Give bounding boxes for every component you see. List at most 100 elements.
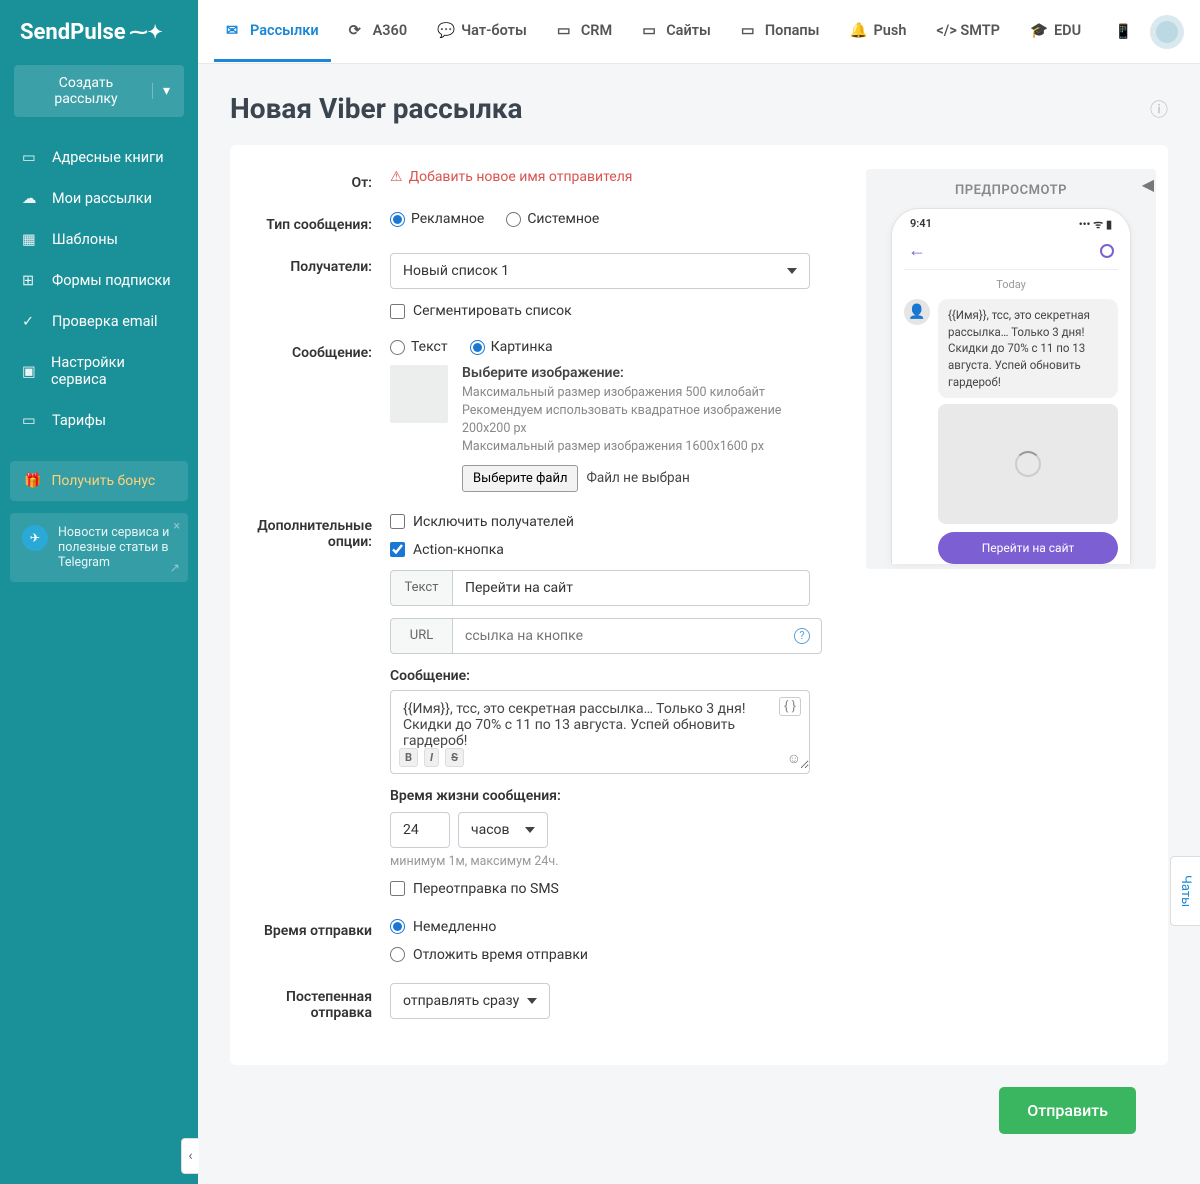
send-button[interactable]: Отправить [999,1087,1136,1134]
choose-file-button[interactable]: Выберите файл [462,465,578,492]
tab-campaigns[interactable]: ✉Рассылки [214,2,331,62]
tab-edu[interactable]: 🎓EDU [1018,2,1093,62]
tab-chatbots[interactable]: 💬Чат-боты [425,2,539,62]
sidebar-nav: ▭Адресные книги ☁Мои рассылки ▦Шаблоны ⊞… [0,129,198,449]
telegram-icon: ✈ [22,525,48,551]
crm-icon: ▭ [557,22,573,38]
resend-sms-checkbox[interactable]: Переотправка по SMS [390,881,810,897]
gradual-select[interactable]: отправлять сразу [390,983,550,1019]
segment-checkbox[interactable]: Сегментировать список [390,303,810,319]
add-sender-link[interactable]: ⚠ Добавить новое имя отправителя [390,169,810,185]
preview-collapse-button[interactable]: ◀ [1142,175,1154,194]
btn-text-input[interactable] [452,570,810,606]
tab-popups[interactable]: ▭Попапы [729,2,832,62]
chats-tab[interactable]: Чаты [1170,856,1200,926]
external-link-icon: ↗ [170,560,180,576]
collapse-sidebar-button[interactable]: ‹ [181,1138,199,1174]
chat-icon: 💬 [437,22,453,38]
chevron-down-icon: ▾ [152,83,170,99]
create-campaign-button[interactable]: Создать рассылку ▾ [14,65,184,117]
message-box-label: Сообщение: [390,668,810,684]
automation-icon: ⟳ [349,22,365,38]
check-icon: ✓ [22,313,38,330]
sidebar-item-subscription-forms[interactable]: ⊞Формы подписки [0,260,198,301]
msg-text-radio[interactable]: Текст [390,339,448,355]
upload-icon: ☁ [22,190,38,207]
ttl-hint: минимум 1м, максимум 24ч. [390,854,810,869]
btn-url-input[interactable] [452,618,822,654]
preview-action-button: Перейти на сайт [938,532,1118,564]
bell-icon: 🔔 [849,22,865,38]
code-icon: </> [936,22,952,38]
msg-image-radio[interactable]: Картинка [470,339,553,355]
emoji-button[interactable]: ☺ [787,750,801,767]
pulse-icon: ⁓✦ [130,22,163,43]
italic-button[interactable]: I [424,748,439,767]
exclude-checkbox[interactable]: Исключить получателей [390,514,810,530]
spinner-icon [1015,451,1041,477]
close-icon[interactable]: × [173,519,180,534]
template-icon: ▦ [22,231,38,248]
bonus-banner[interactable]: 🎁Получить бонус [10,461,188,501]
sidebar-item-pricing[interactable]: ▭Тарифы [0,400,198,441]
bold-button[interactable]: B [399,748,418,767]
mobile-icon[interactable]: 📱 [1115,24,1132,40]
type-system-radio[interactable]: Системное [506,211,599,227]
image-upload-title: Выберите изображение: [462,365,810,381]
sidebar-item-settings[interactable]: ▣Настройки сервиса [0,342,198,400]
message-type-label: Тип сообщения: [230,211,390,233]
top-nav: ✉Рассылки ⟳A360 💬Чат-боты ▭CRM ▭Сайты ▭П… [198,0,1200,64]
back-arrow-icon: ← [908,240,926,261]
send-now-radio[interactable]: Немедленно [390,919,810,935]
preview-message: {{Имя}}, тсс, это секретная рассылка… То… [938,299,1118,398]
ttl-label: Время жизни сообщения: [390,788,810,804]
form-card: От: ⚠ Добавить новое имя отправителя Тип… [230,145,1168,1065]
type-ad-radio[interactable]: Рекламное [390,211,484,227]
sidebar-item-my-campaigns[interactable]: ☁Мои рассылки [0,178,198,219]
image-placeholder [390,365,448,423]
gradual-label: Постепенная отправка [230,983,390,1021]
action-button-checkbox[interactable]: Action-кнопка [390,542,810,558]
tab-push[interactable]: 🔔Push [837,2,918,62]
sidebar-item-address-books[interactable]: ▭Адресные книги [0,137,198,178]
send-later-radio[interactable]: Отложить время отправки [390,947,810,963]
telegram-banner[interactable]: × ✈ Новости сервиса и полезные статьи в … [10,513,188,582]
sidebar-item-email-check[interactable]: ✓Проверка email [0,301,198,342]
popup-icon: ▭ [741,22,757,38]
logo: SendPulse⁓✦ [0,10,198,65]
user-avatar[interactable] [1150,15,1184,49]
site-icon: ▭ [642,22,658,38]
tab-crm[interactable]: ▭CRM [545,2,624,62]
settings-icon: ▣ [22,363,37,380]
pricing-icon: ▭ [22,412,38,429]
btn-url-label: URL [390,618,452,654]
variables-button[interactable]: { } [779,697,801,716]
file-status: Файл не выбран [586,470,689,486]
send-time-label: Время отправки [230,917,390,939]
recipients-select[interactable]: Новый список 1 [390,253,810,289]
phone-preview: 9:41 ••• ᯤ ▮ ← Today 👤 {{Имя}}, тсс, это… [891,208,1131,564]
help-icon[interactable]: ? [794,628,810,644]
sidebar-item-templates[interactable]: ▦Шаблоны [0,219,198,260]
message-label: Сообщение: [230,339,390,361]
tab-smtp[interactable]: </>SMTP [924,2,1012,62]
preview-pane: ◀ ПРЕДПРОСМОТР 9:41 ••• ᯤ ▮ ← Today [866,169,1156,569]
btn-text-label: Текст [390,570,452,606]
tab-a360[interactable]: ⟳A360 [337,2,420,62]
ttl-value-input[interactable] [390,812,450,848]
tab-sites[interactable]: ▭Сайты [630,2,723,62]
preview-title: ПРЕДПРОСМОТР [876,183,1146,198]
strike-button[interactable]: S [445,748,464,767]
viber-icon [1100,244,1114,258]
ttl-unit-select[interactable]: часов [458,812,548,848]
recipients-label: Получатели: [230,253,390,275]
info-icon[interactable]: ⓘ [1150,96,1168,122]
sender-avatar: 👤 [904,299,930,325]
book-icon: ▭ [22,149,38,166]
sidebar: SendPulse⁓✦ Создать рассылку ▾ ▭Адресные… [0,0,198,1184]
gift-icon: 🎁 [24,473,41,489]
mail-icon: ✉ [226,22,242,38]
page-title: Новая Viber рассылка [230,92,523,125]
from-label: От: [230,169,390,191]
form-icon: ⊞ [22,272,38,289]
